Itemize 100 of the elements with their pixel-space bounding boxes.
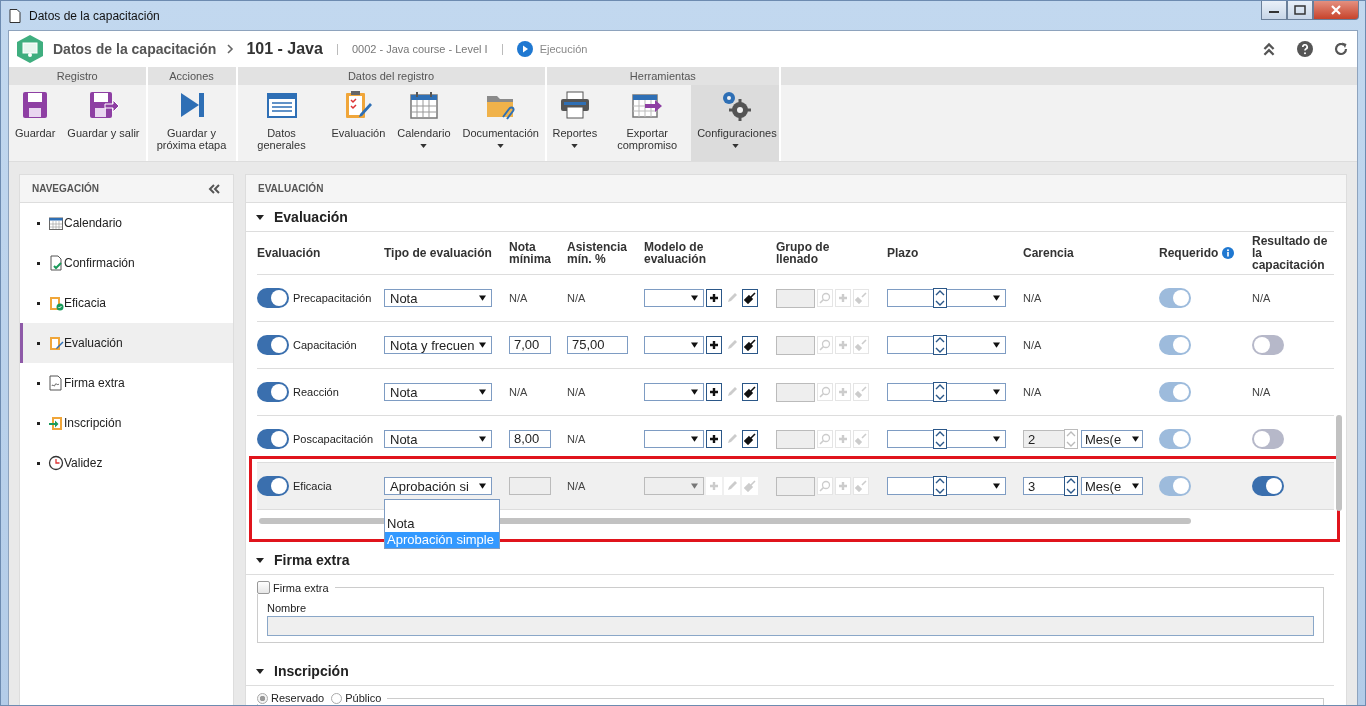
maximize-button[interactable] <box>1287 1 1313 20</box>
ribbon-button[interactable]: Evaluación <box>325 85 392 161</box>
minimize-button[interactable] <box>1261 1 1287 20</box>
add-button[interactable] <box>706 430 722 448</box>
spinner-arrows-icon[interactable] <box>933 382 947 402</box>
type-select[interactable]: Nota y frecuen <box>384 336 492 354</box>
column-header: Resultado de la capacitación <box>1252 235 1329 271</box>
toggle-switch[interactable] <box>1159 382 1191 402</box>
spinner-arrows-icon[interactable] <box>1064 476 1078 496</box>
spinner-field[interactable] <box>887 336 947 354</box>
caret-icon <box>993 436 1000 442</box>
type-select[interactable]: Aprobación si <box>384 477 492 495</box>
ribbon-button[interactable]: Configuraciones <box>691 85 780 161</box>
caret-icon <box>479 436 486 442</box>
sidebar-item[interactable]: Calendario <box>20 203 233 243</box>
toggle-switch[interactable] <box>1252 476 1284 496</box>
ribbon-button[interactable]: Guardar y próxima etapa <box>147 85 236 161</box>
info-icon[interactable] <box>1222 247 1235 259</box>
plus-icon <box>709 434 719 444</box>
refresh-icon[interactable] <box>1333 41 1349 57</box>
period-select[interactable] <box>946 383 1006 401</box>
dropdown-option[interactable]: Nota <box>385 516 499 532</box>
sidebar-item[interactable]: Validez <box>20 443 233 483</box>
spinner-arrows-icon[interactable] <box>933 476 947 496</box>
name-field[interactable] <box>267 616 1314 636</box>
ribbon-button[interactable]: Guardar <box>9 85 62 161</box>
document-icon <box>9 8 21 23</box>
ribbon-button[interactable]: Guardar y salir <box>61 85 146 161</box>
ribbon-button[interactable]: Exportar compromiso <box>603 85 692 161</box>
toggle-switch[interactable] <box>1159 288 1191 308</box>
column-header: Tipo de evaluación <box>384 247 492 259</box>
expand-triangle-icon[interactable] <box>256 556 264 564</box>
spinner-field[interactable] <box>887 477 947 495</box>
toggle-switch[interactable] <box>1252 335 1284 355</box>
spinner-field[interactable] <box>887 430 947 448</box>
expand-triangle-icon[interactable] <box>256 213 264 221</box>
toggle-switch[interactable] <box>257 335 289 355</box>
ribbon-button[interactable]: Documentación <box>456 85 545 161</box>
brush-icon <box>744 480 756 492</box>
clear-button[interactable] <box>742 336 758 354</box>
ribbon-button[interactable]: Calendario <box>391 85 457 161</box>
toggle-switch[interactable] <box>1252 429 1284 449</box>
sidebar-item[interactable]: Confirmación <box>20 243 233 283</box>
add-button[interactable] <box>706 383 722 401</box>
clear-button[interactable] <box>742 430 758 448</box>
toggle-switch[interactable] <box>1159 335 1191 355</box>
toggle-switch[interactable] <box>257 382 289 402</box>
ribbon-group-label: Registro <box>9 67 146 85</box>
toggle-switch[interactable] <box>1159 429 1191 449</box>
collapse-left-icon[interactable] <box>208 183 220 194</box>
spinner-field[interactable]: 3 <box>1023 477 1078 495</box>
group-field <box>776 335 815 355</box>
sidebar-item[interactable]: Evaluación <box>20 323 233 363</box>
sidebar-item[interactable]: Firma extra <box>20 363 233 403</box>
search-icon <box>819 480 831 492</box>
type-select[interactable]: Nota <box>384 383 492 401</box>
section-title: Firma extra <box>274 552 350 568</box>
type-select[interactable]: Nota <box>384 289 492 307</box>
collapse-up-icon[interactable] <box>1261 41 1277 57</box>
number-field[interactable]: 7,00 <box>509 336 551 354</box>
spinner-arrows-icon[interactable] <box>933 429 947 449</box>
search-icon <box>819 292 831 304</box>
number-field[interactable]: 8,00 <box>509 430 551 448</box>
sidebar-item[interactable]: Inscripción <box>20 403 233 443</box>
plus-icon <box>838 434 848 444</box>
clear-button[interactable] <box>742 383 758 401</box>
certificate-logo-icon <box>15 34 45 64</box>
period-select[interactable] <box>946 336 1006 354</box>
add-button[interactable] <box>706 336 722 354</box>
toggle-switch[interactable] <box>1159 476 1191 496</box>
spinner-field[interactable] <box>887 289 947 307</box>
close-button[interactable] <box>1313 1 1359 20</box>
caret-icon <box>479 483 486 489</box>
add-button[interactable] <box>706 289 722 307</box>
column-header: Asistencia mín. % <box>567 241 629 265</box>
radio-button[interactable] <box>257 692 268 704</box>
spinner-field[interactable] <box>887 383 947 401</box>
radio-button[interactable] <box>331 692 343 704</box>
toggle-switch[interactable] <box>257 288 289 308</box>
ribbon-button[interactable]: Reportes <box>546 85 604 161</box>
ribbon-button[interactable]: Datos generales <box>237 85 326 161</box>
scrollbar-thumb[interactable] <box>1336 415 1342 511</box>
period-select[interactable] <box>946 430 1006 448</box>
plus-icon <box>709 481 719 491</box>
number-field[interactable]: 75,00 <box>567 336 628 354</box>
toggle-switch[interactable] <box>257 429 289 449</box>
period-select[interactable] <box>946 289 1006 307</box>
na-text: N/A <box>1023 386 1042 398</box>
sidebar-item[interactable]: Eficacia <box>20 283 233 323</box>
clear-button[interactable] <box>742 289 758 307</box>
toggle-switch[interactable] <box>257 476 289 496</box>
help-icon[interactable] <box>1297 41 1313 57</box>
checkbox[interactable] <box>257 581 270 594</box>
unit-select[interactable]: Mes(e <box>1081 477 1143 495</box>
spinner-arrows-icon[interactable] <box>933 288 947 308</box>
period-select[interactable] <box>946 477 1006 495</box>
spinner-arrows-icon[interactable] <box>933 335 947 355</box>
na-text: N/A <box>1023 292 1042 304</box>
expand-triangle-icon[interactable] <box>256 667 264 675</box>
type-select[interactable]: Nota <box>384 430 492 448</box>
